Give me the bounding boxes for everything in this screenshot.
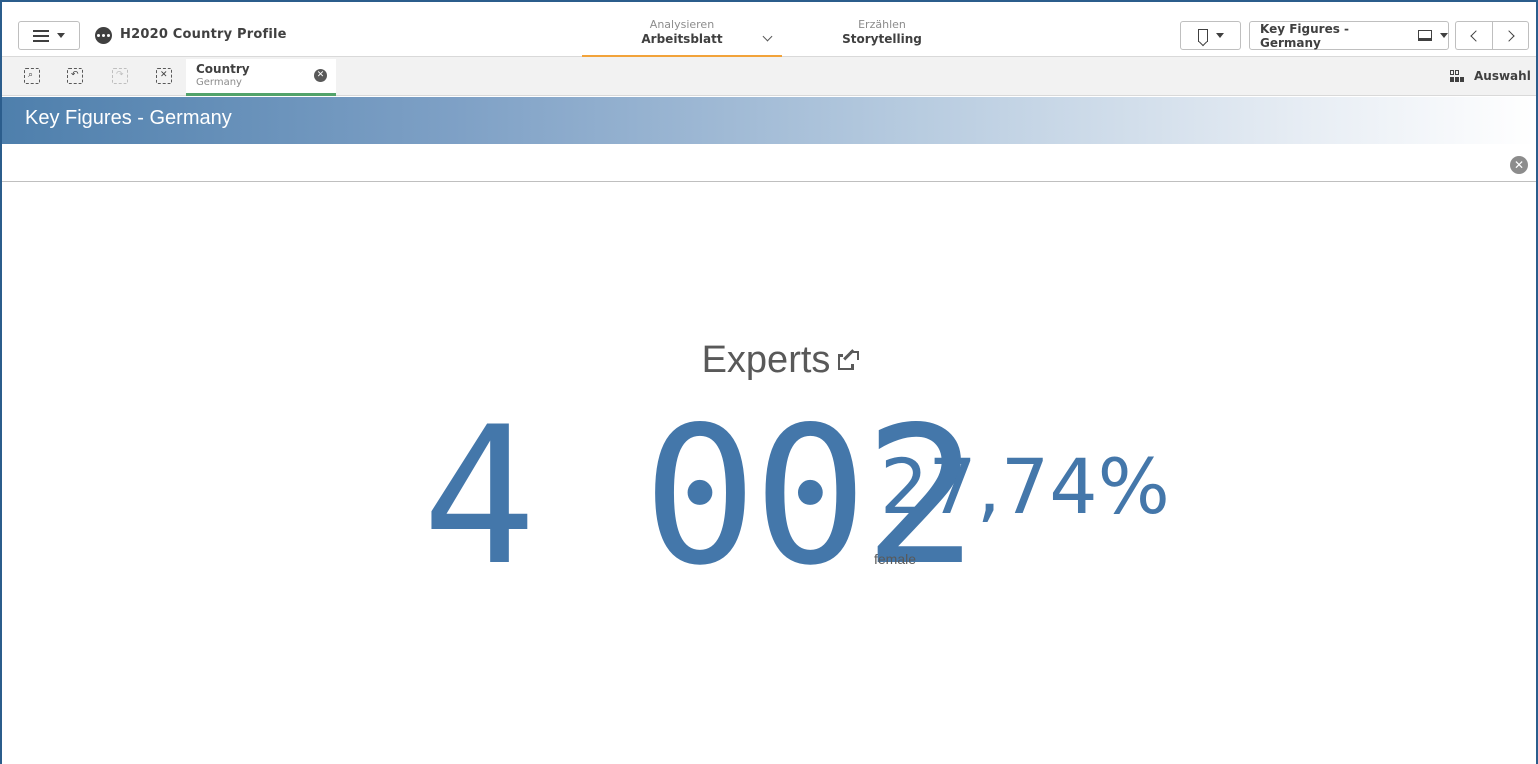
kpi-secondary-label: female xyxy=(874,551,917,567)
bookmark-icon xyxy=(1197,29,1208,42)
smart-search-icon[interactable]: ⌕ xyxy=(24,68,40,84)
tab-storytelling[interactable]: Erzählen Storytelling xyxy=(802,19,962,55)
sheet-icon xyxy=(1418,30,1432,41)
next-sheet-button[interactable] xyxy=(1492,21,1529,50)
previous-sheet-button[interactable] xyxy=(1455,21,1492,50)
selection-field-value: Germany xyxy=(196,77,242,88)
tab-analyze-label: Arbeitsblatt xyxy=(641,32,723,46)
sheet-title: Key Figures - Germany xyxy=(25,107,232,129)
app-icon xyxy=(95,27,112,44)
caret-down-icon xyxy=(1215,33,1224,38)
chevron-right-icon xyxy=(1503,29,1515,42)
tab-analyze-caption: Analysieren xyxy=(649,18,715,31)
selections-tool-button[interactable]: Auswahl xyxy=(1450,69,1531,83)
clear-all-selections-icon[interactable]: ✕ xyxy=(156,68,172,84)
bookmarks-button[interactable] xyxy=(1180,21,1241,50)
kpi-secondary-value: 27,74% xyxy=(880,442,1170,531)
app-title: H2020 Country Profile xyxy=(120,27,287,42)
selections-bar: ⌕ ↶ ↷ ✕ Country Germany ✕ Auswahl xyxy=(2,57,1536,96)
sheet-selector-label: Key Figures - Germany xyxy=(1260,21,1350,50)
selection-chip-country[interactable]: Country Germany ✕ xyxy=(186,59,336,96)
caret-down-icon xyxy=(57,33,65,38)
object-header-row: ✕ xyxy=(2,144,1536,182)
step-back-icon[interactable]: ↶ xyxy=(67,68,83,84)
close-icon[interactable]: ✕ xyxy=(1510,156,1528,174)
tab-storytelling-caption: Erzählen xyxy=(858,18,906,31)
kpi-title: Experts xyxy=(701,339,831,381)
global-menu-button[interactable] xyxy=(18,21,80,50)
clear-selection-icon[interactable]: ✕ xyxy=(314,69,327,82)
tab-storytelling-label: Storytelling xyxy=(842,32,922,46)
tab-analyze[interactable]: Analysieren Arbeitsblatt xyxy=(582,19,782,57)
sheet-title-band: Key Figures - Germany xyxy=(2,97,1536,144)
app-window: H2020 Country Profile Analysieren Arbeit… xyxy=(0,0,1538,764)
caret-down-icon xyxy=(1440,33,1448,38)
selections-grid-icon xyxy=(1450,70,1464,82)
chevron-left-icon xyxy=(1469,29,1482,42)
kpi-title-row: Experts xyxy=(2,339,1536,382)
selections-tool-label: Auswahl xyxy=(1474,69,1531,83)
top-toolbar: H2020 Country Profile Analysieren Arbeit… xyxy=(2,2,1536,57)
selection-field-name: Country xyxy=(196,62,250,76)
external-link-icon[interactable] xyxy=(837,348,860,371)
hamburger-icon xyxy=(33,29,49,42)
sheet-selector-button[interactable]: Key Figures - Germany xyxy=(1249,21,1449,50)
step-forward-icon[interactable]: ↷ xyxy=(112,68,128,84)
